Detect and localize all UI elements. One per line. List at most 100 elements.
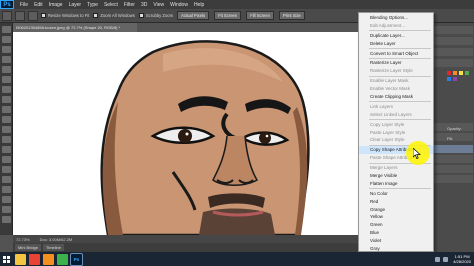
menu-window[interactable]: Window	[170, 2, 188, 8]
document-tab[interactable]: f306201354858-bozen.jpeg @ 72.7% (Shape …	[13, 23, 137, 32]
color-swatch[interactable]	[453, 77, 457, 81]
zoom-out-icon[interactable]	[28, 10, 38, 21]
menu-item-copy-layer-style[interactable]: Copy Layer Style	[359, 121, 433, 129]
windows-taskbar: Ps 1:51 PM 4/28/2020	[0, 252, 474, 266]
menu-item-violet[interactable]: Violet	[359, 237, 433, 245]
marquee-tool-icon[interactable]	[2, 36, 11, 43]
menu-3d[interactable]: 3D	[141, 2, 147, 8]
stamp-tool-icon[interactable]	[2, 106, 11, 113]
menu-file[interactable]: File	[20, 2, 28, 8]
gradient-tool-icon[interactable]	[2, 136, 11, 143]
checkbox-box	[138, 13, 144, 18]
menu-edit[interactable]: Edit	[34, 2, 43, 8]
menu-item-paste-layer-style[interactable]: Paste Layer Style	[359, 129, 433, 137]
path-select-tool-icon[interactable]	[2, 186, 11, 193]
print-size-button[interactable]: Print Size	[278, 11, 305, 20]
menu-item-merge-layers[interactable]: Merge Layers	[359, 164, 433, 172]
zoom-tool-icon[interactable]	[2, 216, 11, 223]
zoom-in-icon[interactable]	[15, 10, 25, 21]
menu-item-rasterize-layer-style[interactable]: Rasterize Layer Style	[359, 67, 433, 75]
color-swatch[interactable]	[459, 71, 463, 75]
clock-date: 4/28/2020	[453, 259, 471, 264]
portrait-artwork	[100, 40, 310, 235]
start-button[interactable]	[0, 252, 12, 266]
menu-item-enable-vector-mask[interactable]: Enable Vector Mask	[359, 85, 433, 93]
menu-item-delete-layer[interactable]: Delete Layer	[359, 40, 433, 48]
menu-item-rasterize-layer[interactable]: Rasterize Layer	[359, 59, 433, 67]
shape-tool-icon[interactable]	[2, 196, 11, 203]
menu-type[interactable]: Type	[87, 2, 98, 8]
tab-timeline[interactable]: Timeline	[43, 244, 64, 251]
tools-panel	[0, 23, 13, 235]
document-canvas[interactable]	[13, 32, 366, 235]
hand-tool-icon[interactable]	[2, 206, 11, 213]
color-swatch[interactable]	[453, 71, 457, 75]
menu-item-create-clipping-mask[interactable]: Create Clipping Mask	[359, 93, 433, 101]
menu-item-convert-to-smart-object[interactable]: Convert to Smart Object	[359, 50, 433, 58]
taskbar-file-explorer-icon[interactable]	[15, 253, 26, 265]
mouse-pointer-icon	[413, 148, 421, 159]
checkbox-label: Zoom All Windows	[100, 13, 135, 18]
checkbox-label: Resize Windows to Fit	[48, 13, 90, 18]
menu-filter[interactable]: Filter	[124, 2, 135, 8]
status-bar: 72.73% Doc: 3.00M/62.2M	[13, 235, 366, 243]
crop-tool-icon[interactable]	[2, 66, 11, 73]
dodge-tool-icon[interactable]	[2, 156, 11, 163]
menu-item-link-layers[interactable]: Link Layers	[359, 103, 433, 111]
zoom-all-checkbox[interactable]: Zoom All Windows	[93, 13, 135, 18]
menu-item-red[interactable]: Red	[359, 198, 433, 206]
zoom-level[interactable]: 72.73%	[16, 237, 30, 242]
blur-tool-icon[interactable]	[2, 146, 11, 153]
menu-item-yellow[interactable]: Yellow	[359, 213, 433, 221]
menu-select[interactable]: Select	[104, 2, 118, 8]
actual-pixels-button[interactable]: Actual Pixels	[177, 11, 210, 20]
menu-item-blue[interactable]: Blue	[359, 229, 433, 237]
menu-image[interactable]: Image	[49, 2, 63, 8]
healing-tool-icon[interactable]	[2, 86, 11, 93]
menu-item-orange[interactable]: Orange	[359, 206, 433, 214]
menu-item-select-linked-layers[interactable]: Select Linked Layers	[359, 111, 433, 119]
color-swatch[interactable]	[465, 71, 469, 75]
tab-mini-bridge[interactable]: Mini Bridge	[15, 244, 42, 251]
lasso-tool-icon[interactable]	[2, 46, 11, 53]
photoshop-logo: Ps	[0, 0, 14, 9]
zoom-tool-icon[interactable]	[2, 10, 12, 21]
menu-item-blending-options[interactable]: Blending Options...	[359, 14, 433, 22]
menu-view[interactable]: View	[153, 2, 164, 8]
menu-item-enable-layer-mask[interactable]: Enable Layer Mask	[359, 77, 433, 85]
pen-tool-icon[interactable]	[2, 166, 11, 173]
menu-item-no-color[interactable]: No Color	[359, 190, 433, 198]
menu-item-green[interactable]: Green	[359, 221, 433, 229]
taskbar-camtasia-icon[interactable]	[57, 253, 68, 265]
fill-screen-button[interactable]: Fill Screen	[246, 11, 274, 20]
type-tool-icon[interactable]	[2, 176, 11, 183]
network-icon[interactable]	[435, 256, 441, 262]
menu-help[interactable]: Help	[194, 2, 204, 8]
menu-item-edit-adjustment[interactable]: Edit Adjustment...	[359, 22, 433, 30]
color-swatch[interactable]	[447, 77, 451, 81]
history-brush-icon[interactable]	[2, 116, 11, 123]
clock[interactable]: 1:51 PM 4/28/2020	[453, 254, 471, 264]
menu-item-flatten-image[interactable]: Flatten Image	[359, 180, 433, 188]
move-tool-icon[interactable]	[2, 26, 11, 33]
menu-layer[interactable]: Layer	[69, 2, 82, 8]
brush-tool-icon[interactable]	[2, 96, 11, 103]
eraser-tool-icon[interactable]	[2, 126, 11, 133]
checkbox-box	[41, 13, 46, 18]
volume-icon[interactable]	[443, 256, 449, 262]
taskbar-photoshop-icon[interactable]: Ps	[70, 252, 83, 266]
checkbox-label: Scrubby Zoom	[145, 13, 174, 18]
quick-select-tool-icon[interactable]	[2, 56, 11, 63]
scrubby-zoom-checkbox[interactable]: Scrubby Zoom	[138, 13, 174, 18]
windows-logo-icon	[2, 255, 10, 263]
system-tray: 1:51 PM 4/28/2020	[435, 252, 471, 266]
menu-item-merge-visible[interactable]: Merge Visible	[359, 172, 433, 180]
taskbar-browser-icon[interactable]	[29, 253, 40, 265]
menu-item-duplicate-layer[interactable]: Duplicate Layer...	[359, 32, 433, 40]
taskbar-media-icon[interactable]	[43, 253, 54, 265]
fit-screen-button[interactable]: Fit Screen	[214, 11, 242, 20]
eyedropper-tool-icon[interactable]	[2, 76, 11, 83]
color-swatch[interactable]	[447, 71, 451, 75]
resize-windows-checkbox[interactable]: Resize Windows to Fit	[41, 13, 89, 18]
layer-context-menu: Blending Options... Edit Adjustment... Dup…	[358, 12, 434, 252]
